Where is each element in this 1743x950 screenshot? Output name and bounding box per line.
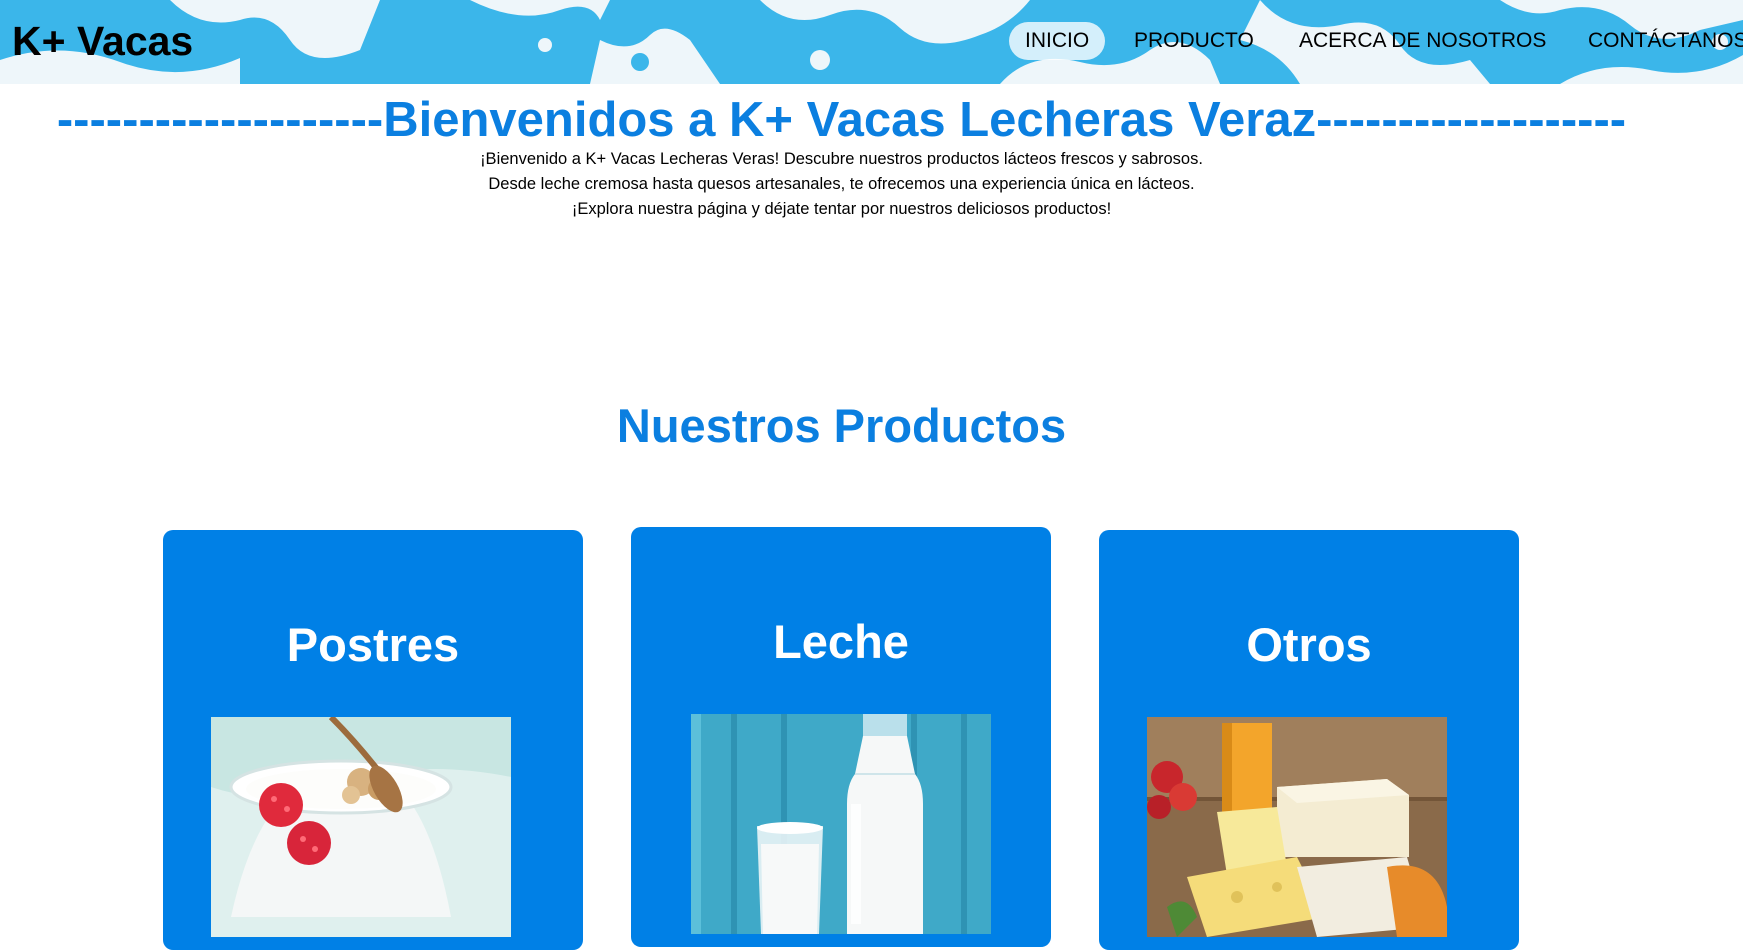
card-title-postres: Postres — [286, 618, 460, 671]
welcome-title: --------------------Bienvenidos a K+ Vac… — [56, 93, 1627, 147]
leche-image — [691, 714, 991, 934]
nav-item-inicio[interactable]: INICIO — [1009, 22, 1106, 60]
nav-item-acerca[interactable]: ACERCA DE NOSOTROS — [1299, 22, 1546, 60]
welcome-line: ¡Explora nuestra página y déjate tentar … — [571, 200, 1112, 218]
card-title-leche: Leche — [773, 615, 909, 668]
postres-image — [211, 717, 511, 937]
card-title-otros: Otros — [1246, 618, 1372, 671]
site-logo[interactable]: K+ Vacas — [12, 18, 193, 64]
nav-item-producto[interactable]: PRODUCTO — [1134, 22, 1254, 60]
site-header: K+ Vacas INICIO PRODUCTO ACERCA DE NOSOT… — [0, 0, 1743, 84]
products-section-title: Nuestros Productos — [616, 399, 1067, 452]
welcome-text: ¡Bienvenido a K+ Vacas Lecheras Veras! D… — [0, 147, 1683, 222]
welcome-line: Desde leche cremosa hasta quesos artesan… — [488, 175, 1195, 193]
nav-item-contactanos[interactable]: CONTÁCTANOS — [1588, 22, 1743, 60]
otros-image — [1147, 717, 1447, 937]
welcome-line: ¡Bienvenido a K+ Vacas Lecheras Veras! D… — [480, 150, 1203, 168]
